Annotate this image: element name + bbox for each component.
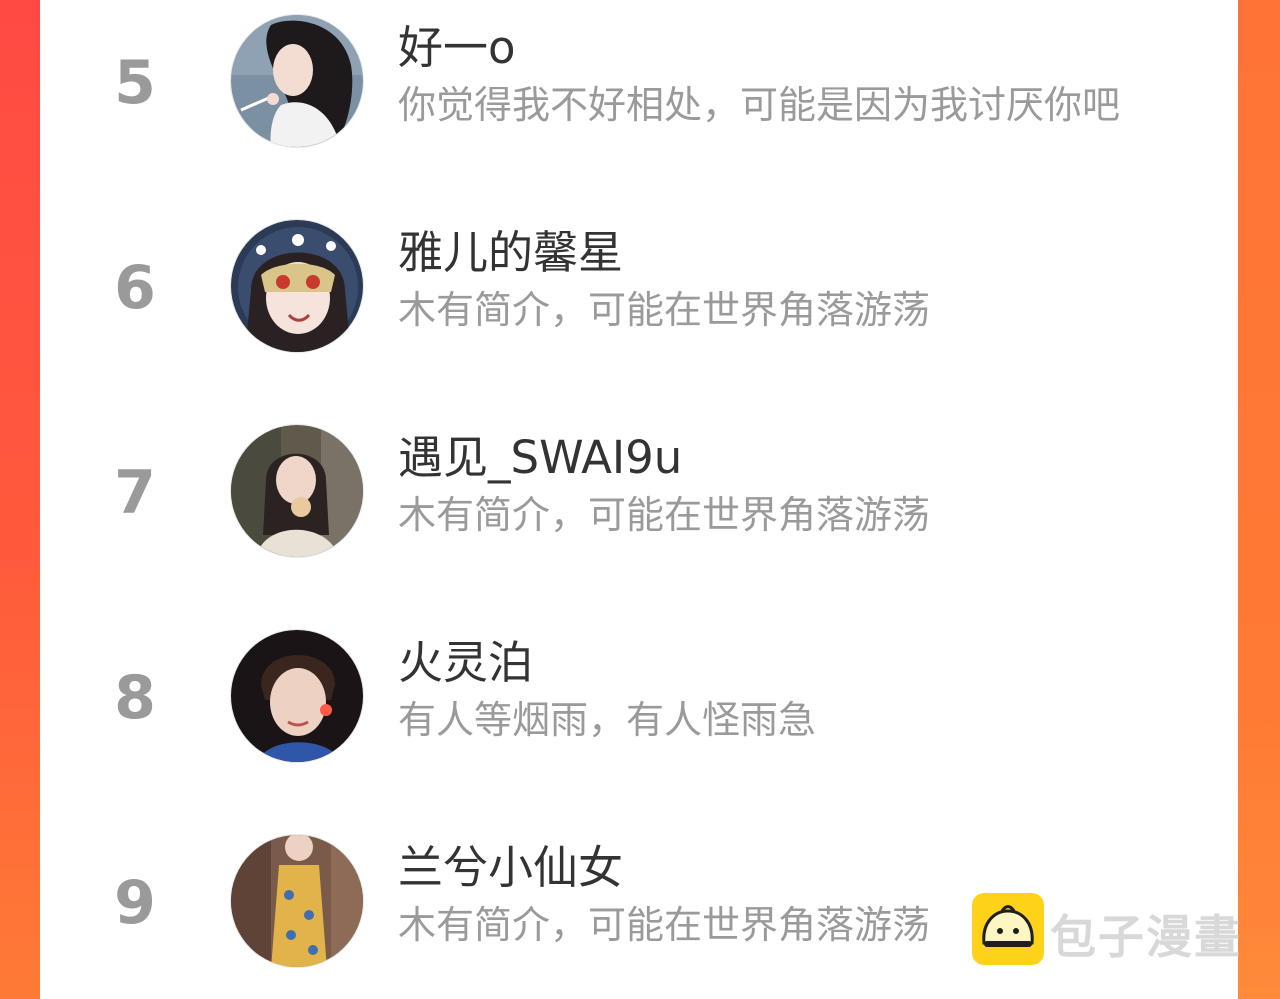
user-name[interactable]: 遇见_SWAI9u [398,432,682,484]
user-name[interactable]: 好一o [398,22,516,74]
rank-number: 6 [114,253,156,323]
ranking-row[interactable]: 8 火灵泊 有人等烟雨，有人怪雨急 [40,615,1238,775]
user-name[interactable]: 兰兮小仙女 [398,842,623,894]
bun-face-icon [972,893,1044,965]
right-border [1236,0,1280,999]
rank-number: 7 [114,458,156,528]
user-bio: 木有简介，可能在世界角落游荡 [398,493,931,537]
ranking-row[interactable]: 7 遇见_SWAI9u 木有简介，可能在世界角落游荡 [40,410,1238,570]
avatar-masked-girl-illustration-icon [231,220,363,352]
avatar[interactable] [230,219,364,353]
avatar[interactable] [230,834,364,968]
user-bio: 有人等烟雨，有人怪雨急 [398,698,817,742]
avatar-boy-photo-icon [231,630,363,762]
avatar[interactable] [230,14,364,148]
ranking-row[interactable]: 6 雅儿的馨星 木有简介，可能在世界角落游荡 [40,205,1238,365]
avatar[interactable] [230,424,364,558]
avatar-girl-photo-icon [231,425,363,557]
user-name[interactable]: 火灵泊 [398,637,533,689]
avatar-dress-photo-icon [231,835,363,967]
user-name[interactable]: 雅儿的馨星 [398,227,623,279]
rank-number: 8 [114,663,156,733]
user-bio: 木有简介，可能在世界角落游荡 [398,288,931,332]
watermark: 包子漫畫 [972,893,1242,968]
avatar[interactable] [230,629,364,763]
watermark-text: 包子漫畫 [1050,910,1242,964]
user-bio: 木有简介，可能在世界角落游荡 [398,903,931,947]
rank-number: 9 [114,868,156,938]
user-bio: 你觉得我不好相处，可能是因为我讨厌你吧 [398,83,1121,127]
ranking-row[interactable]: 5 好一o 你觉得我不好相处，可能是因为我讨厌你吧 [40,0,1238,160]
avatar-girl-illustration-icon [231,15,363,147]
ranking-panel: 5 好一o 你觉得我不好相处，可能是因为我讨厌你吧 6 雅儿的馨星 木有简介，可… [40,0,1238,999]
rank-number: 5 [114,48,156,118]
